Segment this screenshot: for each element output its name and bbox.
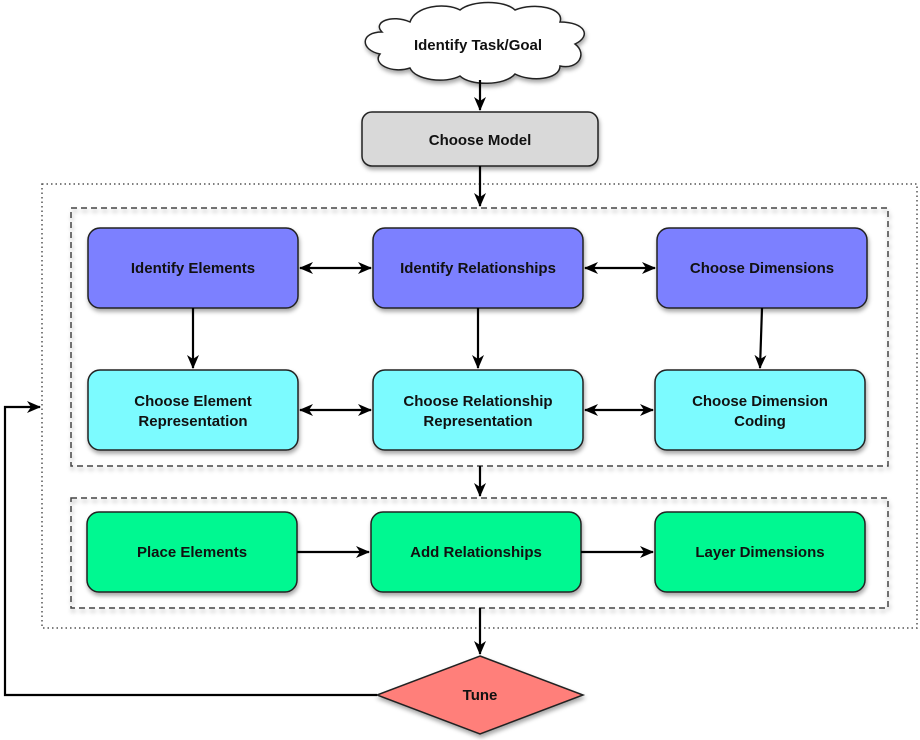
start-label: Identify Task/Goal bbox=[414, 37, 542, 54]
choose-dimensions-node[interactable]: Choose Dimensions bbox=[656, 227, 868, 309]
choose-dimension-coding-line1: Choose Dimension bbox=[692, 393, 828, 410]
layer-dimensions-node[interactable]: Layer Dimensions bbox=[654, 511, 866, 593]
choose-element-representation-line2: Representation bbox=[138, 413, 247, 430]
edge-dimensions-to-coding bbox=[754, 307, 767, 369]
place-elements-node[interactable]: Place Elements bbox=[86, 511, 298, 593]
identify-relationships-label: Identify Relationships bbox=[400, 260, 556, 277]
identify-elements-node[interactable]: Identify Elements bbox=[87, 227, 299, 309]
flowchart: Identify Task/Goal Choose Model Identify… bbox=[3, 1, 918, 735]
tune-label: Tune bbox=[463, 687, 498, 704]
choose-relationship-representation-line1: Choose Relationship bbox=[403, 393, 552, 410]
choose-relationship-representation-box bbox=[372, 369, 584, 451]
add-relationships-node[interactable]: Add Relationships bbox=[370, 511, 582, 593]
choose-dimension-coding-node[interactable]: Choose Dimension Coding bbox=[654, 369, 866, 451]
choose-element-representation-box bbox=[87, 369, 299, 451]
identify-elements-label: Identify Elements bbox=[131, 260, 255, 277]
choose-model-label: Choose Model bbox=[429, 132, 532, 149]
choose-dimension-coding-box bbox=[654, 369, 866, 451]
choose-dimensions-label: Choose Dimensions bbox=[690, 260, 834, 277]
choose-element-representation-node[interactable]: Choose Element Representation bbox=[87, 369, 299, 451]
add-relationships-label: Add Relationships bbox=[410, 544, 542, 561]
layer-dimensions-label: Layer Dimensions bbox=[695, 544, 824, 561]
choose-model-node[interactable]: Choose Model bbox=[361, 111, 599, 167]
choose-relationship-representation-line2: Representation bbox=[423, 413, 532, 430]
tune-decision-node[interactable]: Tune bbox=[374, 655, 586, 735]
choose-relationship-representation-node[interactable]: Choose Relationship Representation bbox=[372, 369, 584, 451]
choose-dimension-coding-line2: Coding bbox=[734, 413, 786, 430]
place-elements-label: Place Elements bbox=[137, 544, 247, 561]
identify-relationships-node[interactable]: Identify Relationships bbox=[372, 227, 584, 309]
choose-element-representation-line1: Choose Element bbox=[134, 393, 252, 410]
start-cloud[interactable]: Identify Task/Goal bbox=[364, 1, 586, 84]
